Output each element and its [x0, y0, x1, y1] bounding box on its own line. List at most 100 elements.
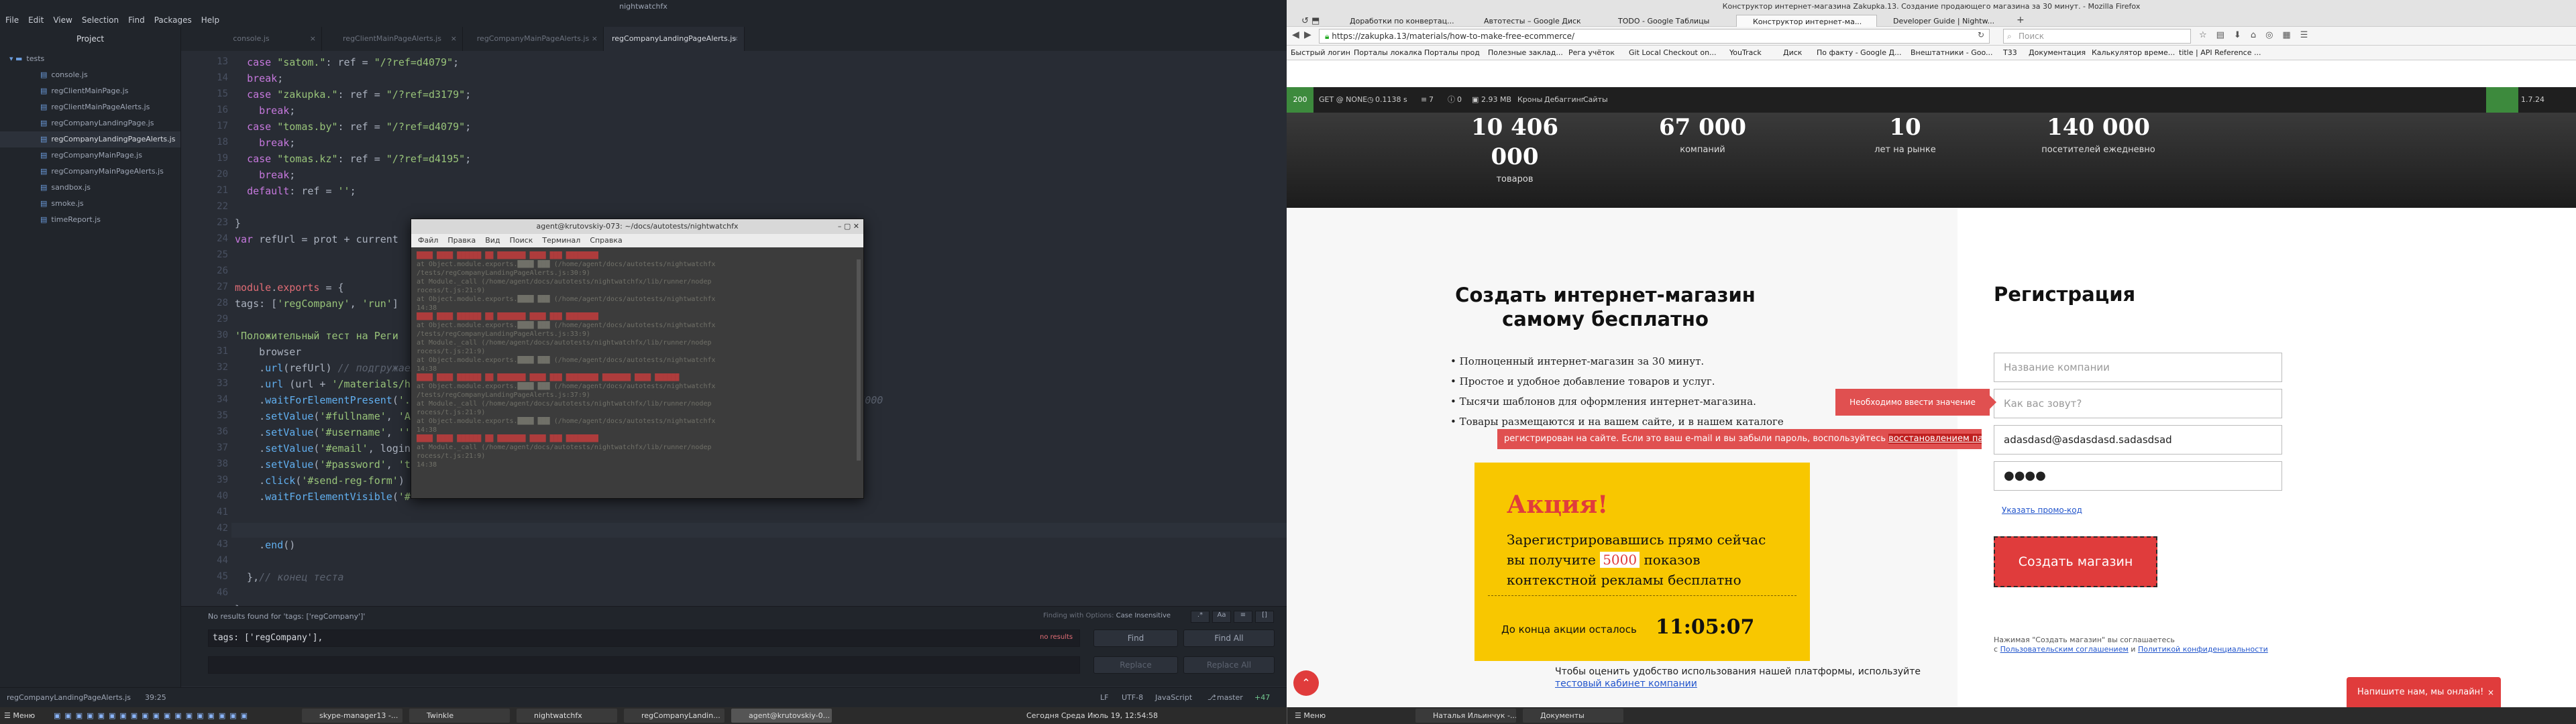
- user-agreement-link[interactable]: Пользовательским соглашением: [2000, 645, 2129, 654]
- task-editor[interactable]: regCompanyLandin...: [624, 709, 724, 723]
- close-icon[interactable]: ×: [592, 27, 598, 51]
- term-menu-edit[interactable]: Правка: [447, 234, 476, 247]
- tree-file[interactable]: ▤ console.js: [0, 67, 180, 83]
- terminal-scrollbar[interactable]: [857, 259, 861, 461]
- bookmark[interactable]: Калькулятор време...: [2092, 46, 2175, 60]
- tab-autotests[interactable]: Автотесты – Google Диск: [1468, 15, 1602, 28]
- tab-console[interactable]: console.js ×: [181, 27, 322, 51]
- back-icon[interactable]: ◀: [1292, 29, 1299, 40]
- close-icon[interactable]: ×: [733, 27, 739, 51]
- menu-packages[interactable]: Packages: [154, 13, 192, 27]
- replace-all-button[interactable]: Replace All: [1183, 656, 1275, 674]
- bookmark[interactable]: Порталы прод: [1424, 46, 1480, 60]
- debug-link[interactable]: Дебаггинг: [1544, 87, 1585, 113]
- tab-conversion[interactable]: Доработки по конвертац...: [1334, 15, 1468, 28]
- close-icon[interactable]: ×: [451, 27, 457, 51]
- task-skype[interactable]: skype-manager13 -...: [302, 709, 402, 723]
- tab-company-main-alerts[interactable]: regCompanyMainPageAlerts.js ×: [463, 27, 604, 51]
- bookmark[interactable]: По факту - Google Д...: [1817, 46, 1902, 60]
- regex-toggle[interactable]: .*: [1191, 611, 1210, 623]
- new-tab-icon[interactable]: +: [2017, 15, 2025, 25]
- task-atom[interactable]: nightwatchfx: [517, 709, 617, 723]
- tree-file[interactable]: ▤ smoke.js: [0, 196, 180, 212]
- scroll-up-icon[interactable]: ⌃: [1293, 670, 1319, 696]
- chat-widget[interactable]: Напишите нам, мы онлайн!: [2347, 677, 2501, 707]
- term-menu-terminal[interactable]: Терминал: [542, 234, 580, 247]
- case-toggle[interactable]: Aa: [1212, 611, 1231, 623]
- start-menu-2[interactable]: ☰ Меню: [1295, 707, 1326, 724]
- tab-todo[interactable]: TODO - Google Таблицы: [1602, 15, 1736, 28]
- bookmark[interactable]: Документация: [2029, 46, 2086, 60]
- tree-file[interactable]: ▤ regClientMainPageAlerts.js: [0, 99, 180, 115]
- menu-edit[interactable]: Edit: [28, 13, 44, 27]
- status-line-ending[interactable]: LF: [1100, 688, 1108, 708]
- status-code[interactable]: 200: [1287, 87, 1313, 113]
- email-field[interactable]: adasdasd@asdasdasd.sadasdsad: [1994, 425, 2282, 455]
- tree-file[interactable]: ▤ timeReport.js: [0, 212, 180, 228]
- close-icon[interactable]: ×: [310, 27, 316, 51]
- forward-icon[interactable]: ▶: [1304, 29, 1311, 40]
- bookmark[interactable]: title | API Reference ...: [2179, 46, 2261, 60]
- term-menu-file[interactable]: Файл: [418, 234, 438, 247]
- counter[interactable]: 0: [1457, 87, 1462, 113]
- find-button[interactable]: Find: [1093, 629, 1178, 647]
- status-encoding[interactable]: UTF-8: [1122, 688, 1143, 708]
- bookmark[interactable]: Git Local Checkout on...: [1629, 46, 1717, 60]
- task-twinkle[interactable]: Twinkle: [409, 709, 510, 723]
- bookmark[interactable]: Диск: [1783, 46, 1802, 60]
- find-input[interactable]: tags: ['regCompany'],: [208, 629, 1080, 647]
- bookmark[interactable]: Порталы локалка: [1354, 46, 1422, 60]
- tree-folder-tests[interactable]: ▾ ▬ tests: [0, 51, 180, 67]
- task-terminal[interactable]: agent@krutovskiy-0...: [731, 709, 832, 723]
- status-branch[interactable]: master: [1217, 688, 1243, 708]
- status-file[interactable]: regCompanyLandingPageAlerts.js: [7, 688, 131, 708]
- password-field[interactable]: ●●●●: [1994, 461, 2282, 491]
- sites-link[interactable]: Сайты: [1583, 87, 1608, 113]
- tree-file[interactable]: ▤ sandbox.js: [0, 180, 180, 196]
- status-cursor[interactable]: 39:25: [145, 688, 166, 708]
- selection-toggle[interactable]: ≡: [1234, 611, 1252, 623]
- quicklaunch-icons[interactable]: ▣▣▣▣▣▣▣▣▣▣▣▣▣▣▣▣▣▣: [54, 707, 252, 724]
- reload-icon[interactable]: ↻: [1978, 30, 1984, 40]
- search-input[interactable]: ⌕ Поиск: [2003, 29, 2191, 44]
- term-menu-view[interactable]: Вид: [485, 234, 500, 247]
- bookmark[interactable]: T33: [2003, 46, 2017, 60]
- tree-file[interactable]: ▤ regCompanyMainPage.js: [0, 147, 180, 164]
- privacy-policy-link[interactable]: Политикой конфиденциальности: [2138, 645, 2268, 654]
- tree-file[interactable]: ▤ regCompanyLandingPage.js: [0, 115, 180, 131]
- bookmark[interactable]: YouTrack: [1729, 46, 1762, 60]
- start-menu[interactable]: ☰ Меню: [4, 707, 35, 724]
- term-menu-search[interactable]: Поиск: [510, 234, 533, 247]
- menu-help[interactable]: Help: [201, 13, 219, 27]
- test-cabinet-link[interactable]: тестовый кабинет компании: [1555, 678, 1697, 689]
- status-grammar[interactable]: JavaScript: [1155, 688, 1192, 708]
- bookmark[interactable]: Полезные заклад...: [1488, 46, 1563, 60]
- password-recovery-link[interactable]: восстановлением пароля.: [1888, 434, 1982, 444]
- replace-input[interactable]: [208, 656, 1080, 674]
- replace-button[interactable]: Replace: [1093, 656, 1178, 674]
- tab-devguide[interactable]: Developer Guide | Nightw...: [1877, 15, 2011, 28]
- crons-link[interactable]: Кроны: [1517, 87, 1542, 113]
- bookmark[interactable]: Рега учёток: [1568, 46, 1615, 60]
- promo-code-link[interactable]: Указать промо-код: [2002, 505, 2082, 515]
- tree-file[interactable]: ▤ regCompanyMainPageAlerts.js: [0, 164, 180, 180]
- your-name-field[interactable]: Как вас зовут?: [1994, 389, 2282, 418]
- toolbar-icons[interactable]: ☆▤⬇⌂◎▦☰: [2199, 30, 2317, 40]
- chat-close-icon[interactable]: ×: [2487, 688, 2494, 697]
- tab-constructor[interactable]: Конструктор интернет-ма...: [1736, 15, 1877, 28]
- menu-file[interactable]: File: [5, 13, 19, 27]
- company-name-field[interactable]: Название компании: [1994, 353, 2282, 382]
- menu-find[interactable]: Find: [128, 13, 145, 27]
- term-menu-help[interactable]: Справка: [590, 234, 622, 247]
- create-store-button[interactable]: Создать магазин: [1994, 536, 2157, 587]
- menu-view[interactable]: View: [53, 13, 72, 27]
- bookmark[interactable]: Быстрый логин: [1291, 46, 1350, 60]
- task-natalya[interactable]: Наталья Ильинчук -...: [1415, 709, 1516, 723]
- tab-company-landing-alerts[interactable]: regCompanyLandingPageAlerts.js ×: [604, 27, 745, 51]
- bookmark[interactable]: Внештатники - Goo...: [1911, 46, 1993, 60]
- back-tabs-icon[interactable]: ↺ ⬒: [1301, 16, 1320, 26]
- terminal-window[interactable]: agent@krutovskiy-073: ~/docs/autotests/n…: [411, 219, 864, 499]
- menu-selection[interactable]: Selection: [82, 13, 119, 27]
- memory[interactable]: 2.93 MB: [1481, 87, 1511, 113]
- query-count[interactable]: 7: [1429, 87, 1434, 113]
